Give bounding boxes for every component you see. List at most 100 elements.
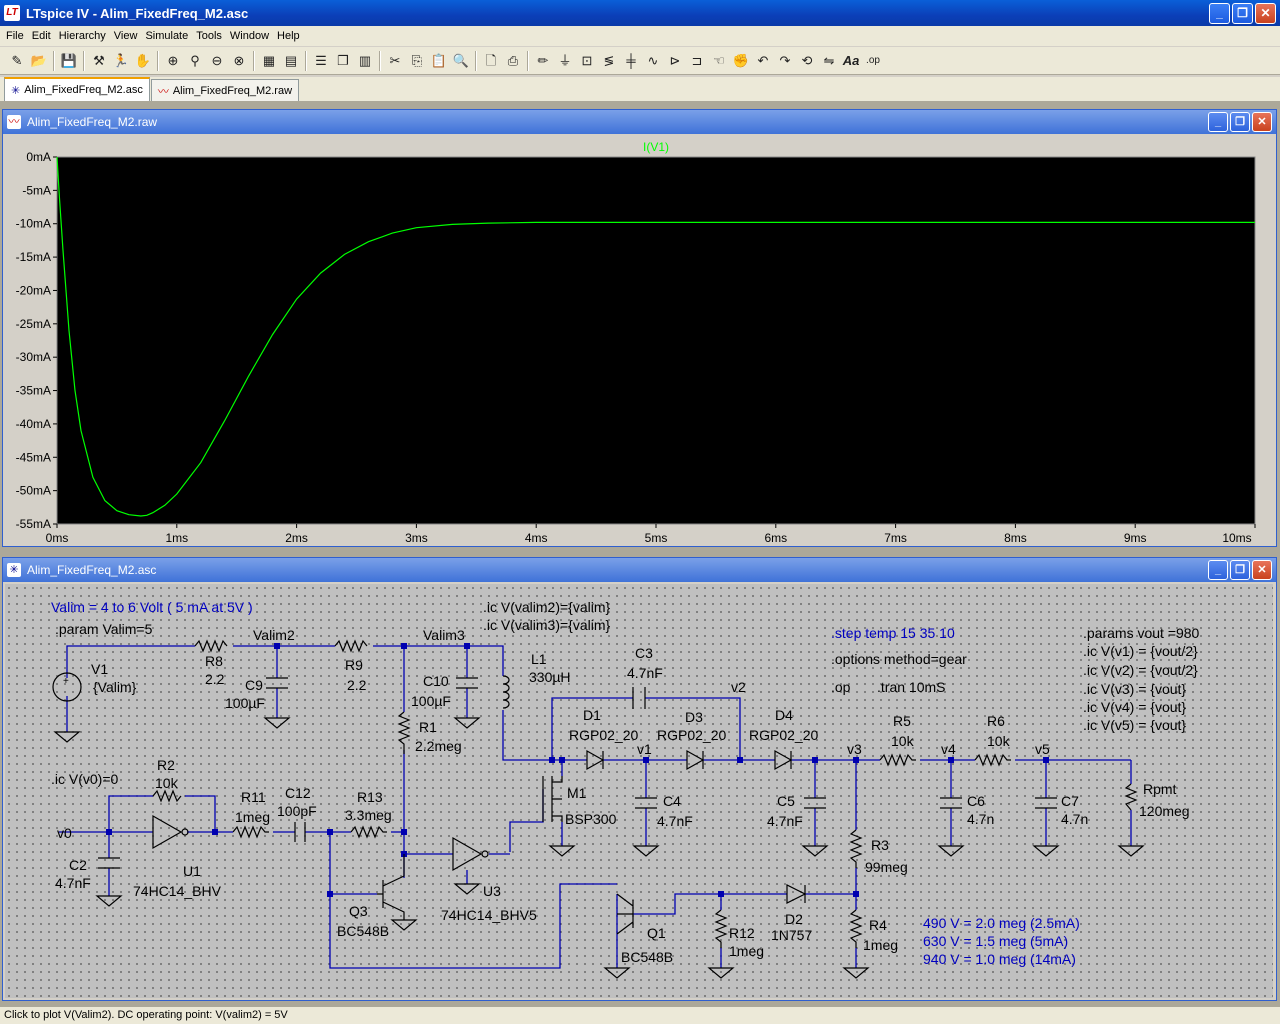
resistor-r4 (849, 909, 863, 948)
minimize-button[interactable]: _ (1208, 560, 1228, 580)
resistor-r2 (152, 789, 182, 803)
label-u3: U3 (483, 883, 501, 899)
menu-view[interactable]: View (110, 30, 142, 42)
maximize-button[interactable]: ❐ (1232, 3, 1253, 24)
new-schematic-icon[interactable]: ✎ (6, 50, 28, 72)
print-icon[interactable]: ⎙ (502, 50, 524, 72)
open-icon[interactable]: 📂 (28, 50, 50, 72)
plot-background (56, 156, 1256, 525)
undo-icon[interactable]: ↶ (752, 50, 774, 72)
menu-hierarchy[interactable]: Hierarchy (55, 30, 110, 42)
paste-icon[interactable]: 📋 (428, 50, 450, 72)
label-r6: R6 (987, 713, 1005, 729)
y-tick-label: -45mA (16, 450, 51, 464)
capacitor-icon[interactable]: ╪ (620, 50, 642, 72)
minimize-button[interactable]: _ (1209, 3, 1230, 24)
run-icon[interactable]: 🏃 (110, 50, 132, 72)
schematic-window-titlebar[interactable]: ✳ Alim_FixedFreq_M2.asc _ ❐ ✕ (3, 558, 1276, 582)
tile-vertical-icon[interactable]: ▥ (354, 50, 376, 72)
find-icon[interactable]: 🔍 (450, 50, 472, 72)
label-r11-value: 1meg (235, 809, 270, 825)
resistor-r13 (350, 825, 387, 839)
comment-630v: 630 V = 1.5 meg (5mA) (923, 933, 1068, 949)
close-button[interactable]: ✕ (1252, 560, 1272, 580)
zoom-pan-icon[interactable]: ⚲ (184, 50, 206, 72)
close-button[interactable]: ✕ (1255, 3, 1276, 24)
label-r12-value: 1meg (729, 943, 764, 959)
label-v1: V1 (91, 661, 108, 677)
save-icon[interactable]: 💾 (58, 50, 80, 72)
menu-tools[interactable]: Tools (192, 30, 226, 42)
mirror-icon[interactable]: ⇋ (818, 50, 840, 72)
x-tick-label: 3ms (405, 531, 428, 545)
move-icon[interactable]: ☜ (708, 50, 730, 72)
text-icon[interactable]: Aa (840, 50, 862, 72)
tile-horizontal-icon[interactable]: ☰ (310, 50, 332, 72)
rotate-icon[interactable]: ⟲ (796, 50, 818, 72)
redo-icon[interactable]: ↷ (774, 50, 796, 72)
copy-icon[interactable]: ⎘ (406, 50, 428, 72)
waveform-window: 〰 Alim_FixedFreq_M2.raw _ ❐ ✕ I(V1) 0mA -… (2, 109, 1277, 547)
label-net-v1: v1 (637, 741, 652, 757)
menu-window[interactable]: Window (226, 30, 273, 42)
component-icon[interactable]: ⊐ (686, 50, 708, 72)
diode-d4 (774, 749, 793, 771)
capacitor-c10 (456, 677, 478, 689)
toolbar: ✎ 📂 💾 ⚒ 🏃 ✋ ⊕ ⚲ ⊖ ⊗ ▦ ▤ ☰ ❐ ▥ ✂ ⎘ 📋 🔍 🗋 … (0, 47, 1280, 75)
comment-490v: 490 V = 2.0 meg (2.5mA) (923, 915, 1080, 931)
waveform-window-titlebar[interactable]: 〰 Alim_FixedFreq_M2.raw _ ❐ ✕ (3, 110, 1276, 134)
autorange-y-icon[interactable]: ▤ (280, 50, 302, 72)
autorange-icon[interactable]: ▦ (258, 50, 280, 72)
control-panel-icon[interactable]: ⚒ (88, 50, 110, 72)
directive-params-vout: .params vout =980 (1083, 625, 1200, 641)
minimize-button[interactable]: _ (1208, 112, 1228, 132)
cascade-icon[interactable]: ❐ (332, 50, 354, 72)
resistor-r8 (194, 639, 228, 653)
drag-icon[interactable]: ✊ (730, 50, 752, 72)
ltspice-app: LT LTspice IV - Alim_FixedFreq_M2.asc _ … (0, 0, 1280, 1024)
tab-waveform[interactable]: 〰 Alim_FixedFreq_M2.raw (150, 79, 300, 101)
tab-label: Alim_FixedFreq_M2.asc (24, 84, 143, 96)
label-net-v2: v2 (731, 679, 746, 695)
toolbar-separator (379, 50, 381, 71)
pan-icon[interactable]: ✋ (132, 50, 154, 72)
print-preview-icon[interactable]: 🗋 (480, 50, 502, 72)
schematic-drawing[interactable]: + V1 {Valim} R8 2.2 Valim2 C9 100µF R9 2… (5, 584, 1273, 998)
inductor-icon[interactable]: ∿ (642, 50, 664, 72)
zoom-fit-icon[interactable]: ⊗ (228, 50, 250, 72)
menu-file[interactable]: File (2, 30, 28, 42)
schematic-canvas[interactable]: + V1 {Valim} R8 2.2 Valim2 C9 100µF R9 2… (5, 584, 1273, 998)
label-c5: C5 (777, 793, 795, 809)
waveform-plot[interactable]: I(V1) 0mA -5mA -10mA -15mA -20mA -25mA -30mA -3… (3, 134, 1276, 546)
zoom-out-icon[interactable]: ⊖ (206, 50, 228, 72)
trace-label[interactable]: I(V1) (643, 140, 669, 154)
spice-directive-icon[interactable]: .op (862, 50, 884, 72)
maximize-button[interactable]: ❐ (1230, 112, 1250, 132)
menu-simulate[interactable]: Simulate (141, 30, 192, 42)
menu-edit[interactable]: Edit (28, 30, 55, 42)
label-r3-value: 99meg (865, 859, 908, 875)
directive-ic-v0: .ic V(v0)=0 (51, 771, 119, 787)
menu-help[interactable]: Help (273, 30, 304, 42)
close-button[interactable]: ✕ (1252, 112, 1272, 132)
label-net-v5: v5 (1035, 741, 1050, 757)
label-d3: D3 (685, 709, 703, 725)
toolbar-separator (83, 50, 85, 71)
cut-icon[interactable]: ✂ (384, 50, 406, 72)
label-net-icon[interactable]: ⊡ (576, 50, 598, 72)
zoom-in-icon[interactable]: ⊕ (162, 50, 184, 72)
mosfet-m1 (542, 776, 563, 822)
app-titlebar: LT LTspice IV - Alim_FixedFreq_M2.asc _ … (0, 0, 1280, 26)
plot-area[interactable]: I(V1) 0mA -5mA -10mA -15mA -20mA -25mA -30mA -3… (3, 134, 1276, 546)
resistor-icon[interactable]: ≶ (598, 50, 620, 72)
label-m1-value: BSP300 (565, 811, 617, 827)
label-c7: C7 (1061, 793, 1079, 809)
draw-wire-icon[interactable]: ✏ (532, 50, 554, 72)
maximize-button[interactable]: ❐ (1230, 560, 1250, 580)
capacitor-c5 (804, 797, 826, 809)
ground-icon[interactable]: ⏚ (554, 50, 576, 72)
tab-schematic[interactable]: ✳ Alim_FixedFreq_M2.asc (4, 77, 150, 101)
toolbar-separator (53, 50, 55, 71)
diode-icon[interactable]: ⊳ (664, 50, 686, 72)
label-q1-value: BC548B (621, 949, 673, 965)
